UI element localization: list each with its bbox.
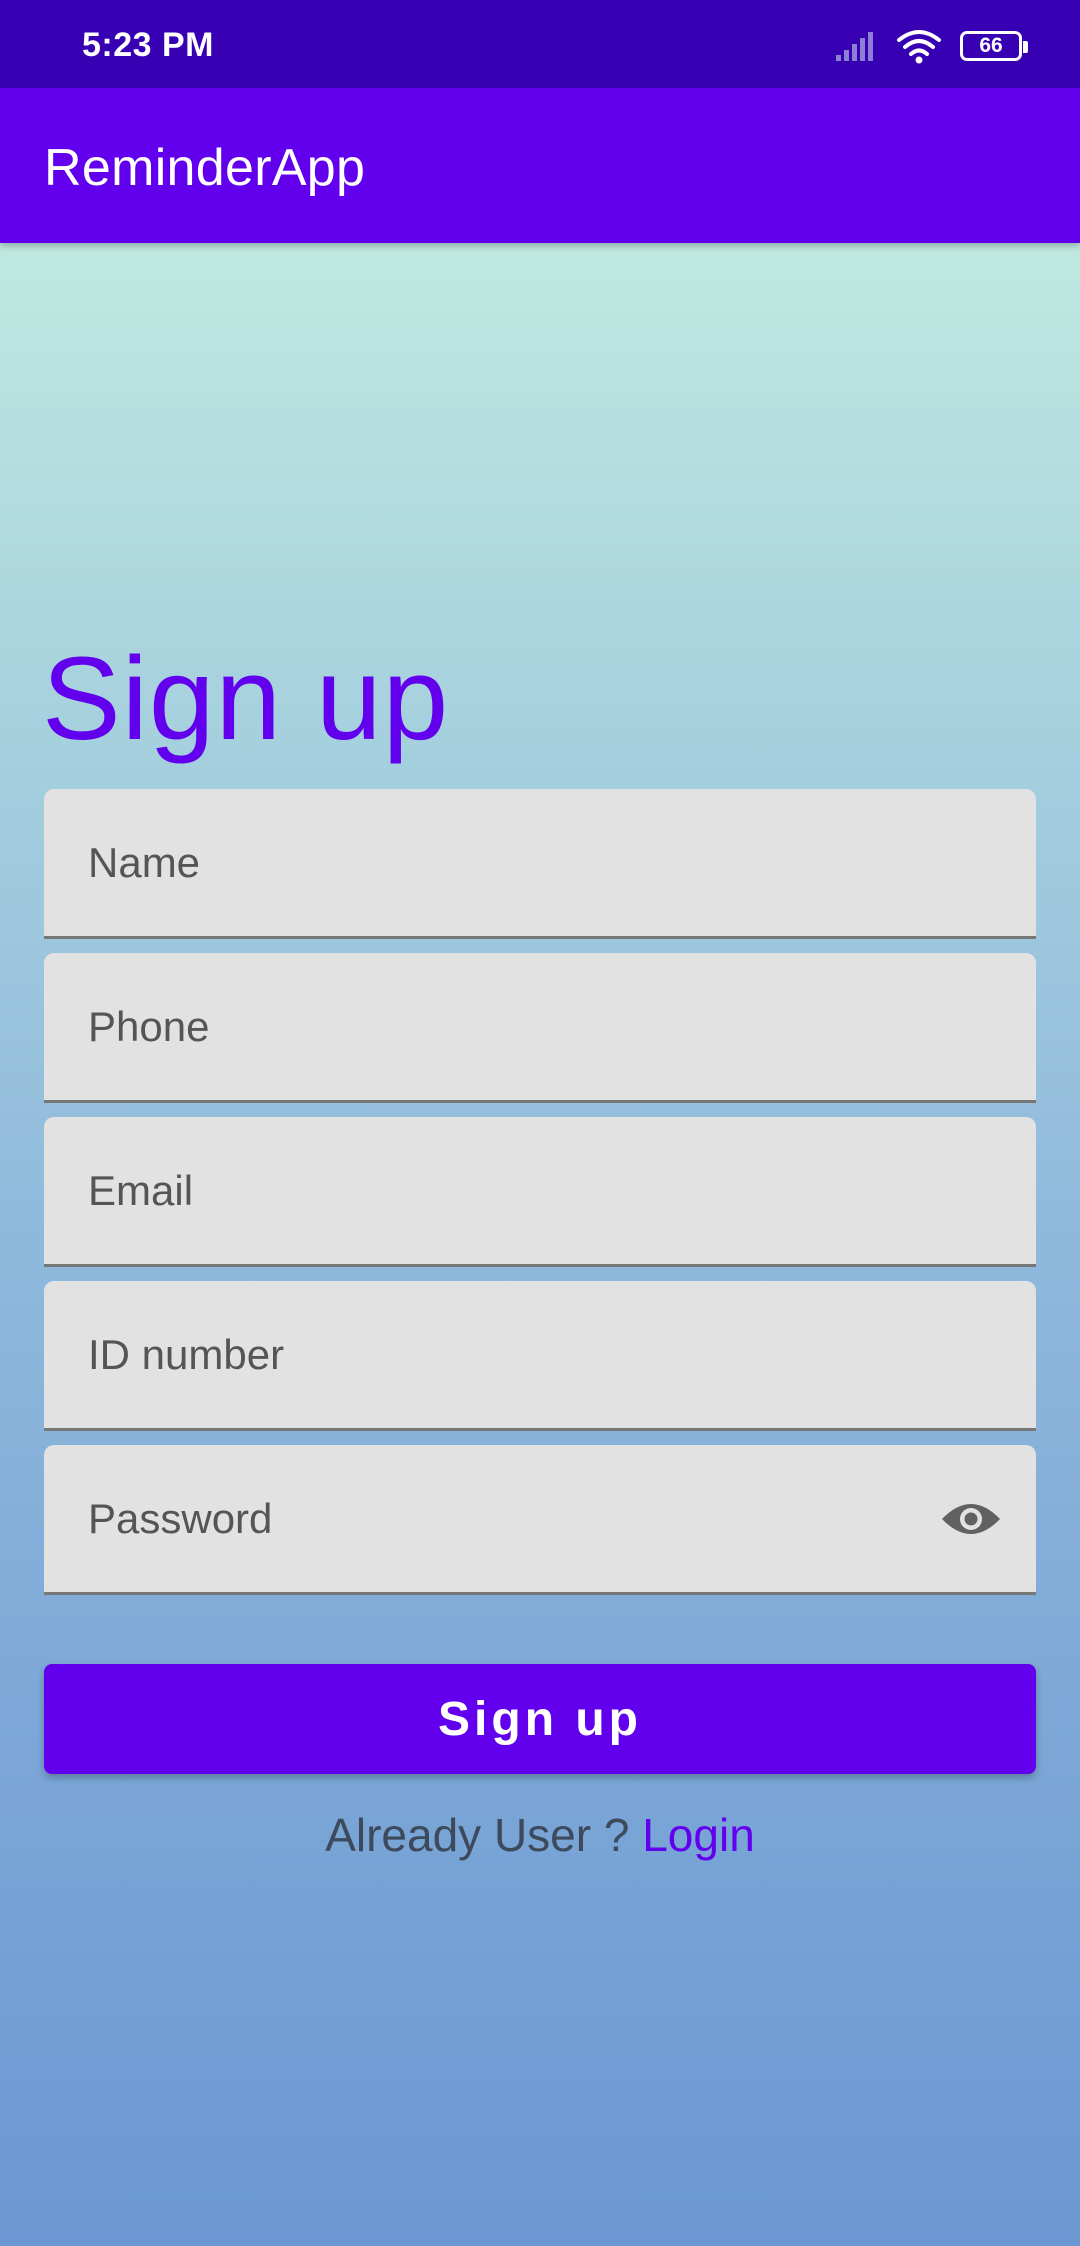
page-title: Sign up (42, 633, 450, 765)
phone-field[interactable]: Phone (44, 953, 1036, 1103)
name-field-label: Name (88, 838, 201, 886)
eye-icon[interactable] (940, 1497, 1002, 1541)
name-field[interactable]: Name (44, 789, 1036, 939)
id-number-field[interactable]: ID number (44, 1281, 1036, 1431)
status-bar: 5:23 PM 66 (0, 0, 1080, 88)
login-prompt: Already User ? (325, 1809, 630, 1861)
battery-icon: 66 (960, 31, 1028, 61)
phone-field-label: Phone (88, 1002, 210, 1050)
password-field[interactable]: Password (44, 1445, 1036, 1595)
status-time: 5:23 PM (82, 26, 214, 64)
battery-level: 66 (979, 34, 1003, 57)
id-number-field-label: ID number (88, 1330, 285, 1378)
wifi-icon (897, 30, 941, 64)
signal-icon (836, 32, 873, 61)
app-title: ReminderApp (44, 139, 366, 197)
sign-up-button[interactable]: Sign up (44, 1664, 1036, 1774)
password-field-label: Password (88, 1494, 273, 1542)
status-icons: 66 (834, 26, 1028, 66)
email-field-label: Email (88, 1166, 194, 1214)
login-prompt-line: Already User ? Login (0, 1808, 1080, 1862)
app-bar: ReminderApp (0, 88, 1080, 243)
login-link[interactable]: Login (642, 1809, 755, 1861)
email-field[interactable]: Email (44, 1117, 1036, 1267)
